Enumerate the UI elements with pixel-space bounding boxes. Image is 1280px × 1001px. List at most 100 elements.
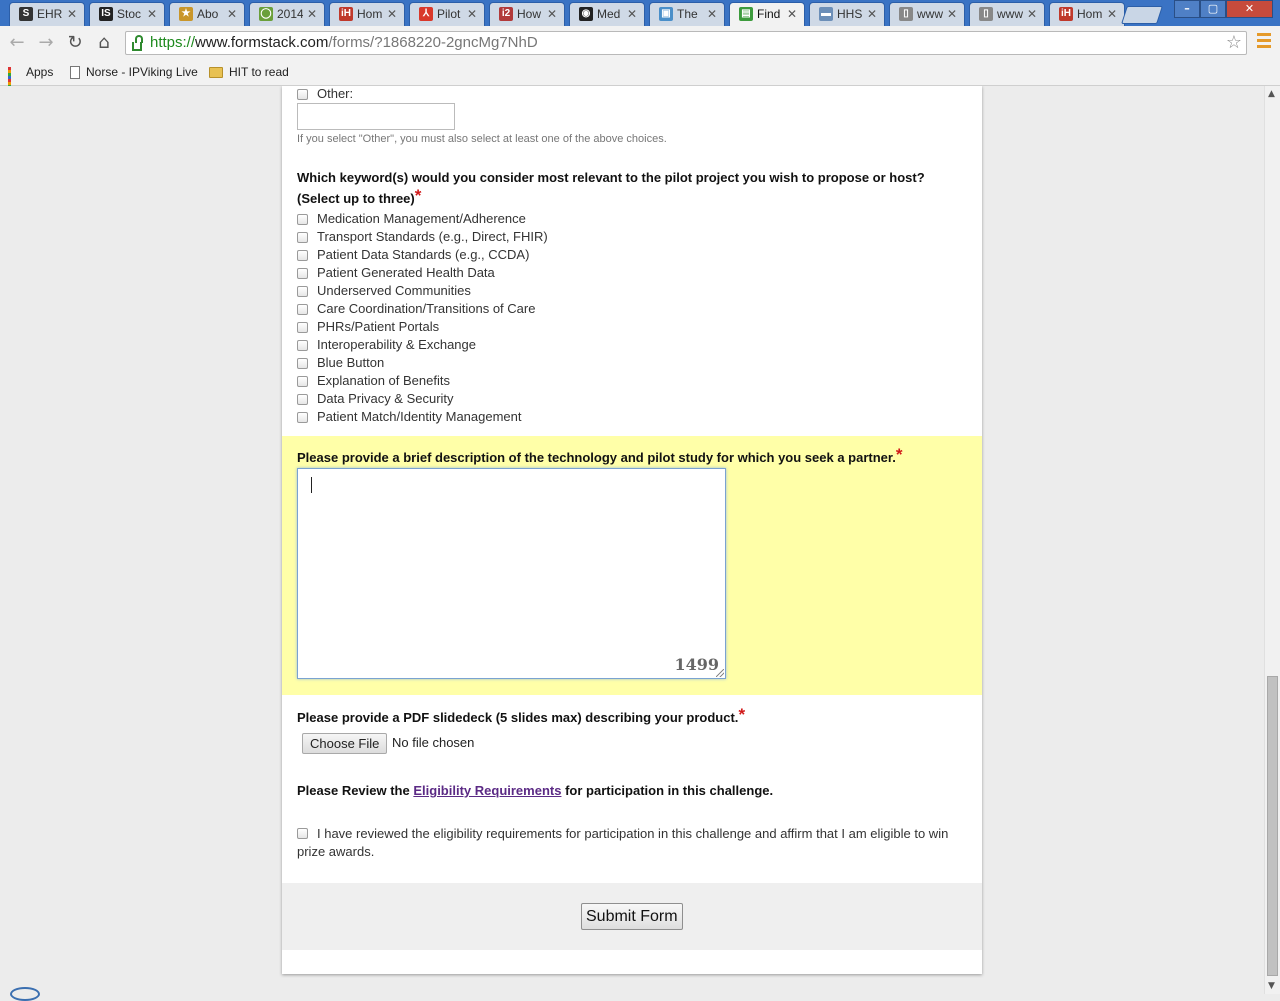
- tab-title: Abo: [197, 7, 219, 21]
- favicon-icon: ▤: [739, 7, 753, 21]
- keyword-checkbox[interactable]: [297, 286, 308, 297]
- tab-title: 2014: [277, 7, 303, 21]
- keyword-checkbox[interactable]: [297, 250, 308, 261]
- bookmark-star-icon[interactable]: ☆: [1226, 33, 1242, 53]
- address-bar[interactable]: https://www.formstack.com/forms/?1868220…: [125, 31, 1247, 55]
- tab-close-icon[interactable]: ✕: [867, 7, 877, 21]
- keyword-label: Medication Management/Adherence: [317, 211, 526, 226]
- other-checkbox[interactable]: [297, 89, 308, 100]
- tab-close-icon[interactable]: ✕: [1027, 7, 1037, 21]
- tab-close-icon[interactable]: ✕: [547, 7, 557, 21]
- scroll-up-icon[interactable]: ▲: [1268, 89, 1275, 99]
- reload-icon[interactable]: ↻: [65, 33, 85, 53]
- browser-tab[interactable]: ⅄ Pilot ✕: [409, 2, 485, 26]
- tab-title: Hom: [1077, 7, 1103, 21]
- browser-tab[interactable]: ▬ HHS ✕: [809, 2, 885, 26]
- bookmark-hit-folder[interactable]: HIT to read: [209, 64, 289, 80]
- other-label: Other:: [317, 86, 354, 101]
- favicon-icon: iH: [1059, 7, 1073, 21]
- keyword-checkbox[interactable]: [297, 358, 308, 369]
- keyword-checkbox[interactable]: [297, 376, 308, 387]
- tab-title: How: [517, 7, 542, 21]
- back-icon[interactable]: ←: [7, 33, 27, 53]
- bookmarks-bar: Apps Norse - IPViking Live HIT to read: [0, 60, 1280, 94]
- keyword-label: PHRs/Patient Portals: [317, 319, 440, 334]
- browser-tab[interactable]: IS Stoc ✕: [89, 2, 165, 26]
- bookmark-norse[interactable]: Norse - IPViking Live: [70, 64, 198, 80]
- scroll-thumb[interactable]: [1267, 676, 1278, 976]
- no-file-text: No file chosen: [392, 735, 475, 750]
- url-text[interactable]: https://www.formstack.com/forms/?1868220…: [150, 34, 538, 52]
- keyword-label: Explanation of Benefits: [317, 373, 450, 388]
- browser-tab[interactable]: ▯ www ✕: [889, 2, 965, 26]
- keyword-checkbox[interactable]: [297, 394, 308, 405]
- tab-title: Med: [597, 7, 621, 21]
- other-text-input[interactable]: [297, 103, 455, 130]
- favicon-icon: ◉: [579, 7, 593, 21]
- tab-close-icon[interactable]: ✕: [1107, 7, 1117, 21]
- chrome-menu-icon[interactable]: [1257, 33, 1271, 51]
- apps-grid-icon: [8, 66, 20, 94]
- home-icon[interactable]: ⌂: [94, 33, 114, 53]
- tab-title: EHR: [37, 7, 63, 21]
- browser-tab[interactable]: S EHR ✕: [9, 2, 85, 26]
- corner-logo-icon: [10, 987, 40, 1001]
- tab-close-icon[interactable]: ✕: [707, 7, 717, 21]
- eligibility-requirements-link[interactable]: Eligibility Requirements: [413, 783, 561, 798]
- keyword-label: Patient Match/Identity Management: [317, 409, 522, 424]
- browser-tab[interactable]: ◉ Med ✕: [569, 2, 645, 26]
- folder-icon: [209, 67, 223, 79]
- favicon-icon: ★: [179, 7, 193, 21]
- tab-close-icon[interactable]: ✕: [67, 7, 77, 21]
- new-tab-button[interactable]: [1121, 6, 1163, 24]
- browser-tab[interactable]: ◯ 2014 ✕: [249, 2, 325, 26]
- favicon-icon: S: [19, 7, 33, 21]
- keyword-checkbox[interactable]: [297, 304, 308, 315]
- close-window-button[interactable]: ✕: [1226, 0, 1273, 18]
- maximize-button[interactable]: ▢: [1200, 0, 1226, 18]
- favicon-icon: i2: [499, 7, 513, 21]
- tab-close-icon[interactable]: ✕: [627, 7, 637, 21]
- keyword-checkbox[interactable]: [297, 322, 308, 333]
- keyword-checkbox[interactable]: [297, 412, 308, 423]
- affirm-label: I have reviewed the eligibility requirem…: [297, 826, 949, 859]
- favicon-icon: iH: [339, 7, 353, 21]
- keyword-checkbox[interactable]: [297, 214, 308, 225]
- scroll-down-icon[interactable]: ▼: [1268, 981, 1275, 991]
- forward-icon[interactable]: →: [36, 33, 56, 53]
- keyword-checkbox[interactable]: [297, 340, 308, 351]
- page-scrollbar[interactable]: ▲ ▼: [1264, 86, 1280, 994]
- favicon-icon: ▯: [899, 7, 913, 21]
- favicon-icon: ⅄: [419, 7, 433, 21]
- tab-close-icon[interactable]: ✕: [307, 7, 317, 21]
- tab-title: Find: [757, 7, 781, 21]
- minimize-button[interactable]: –: [1174, 0, 1200, 18]
- browser-tab[interactable]: ★ Abo ✕: [169, 2, 245, 26]
- tab-title: The: [677, 7, 698, 21]
- keyword-checkbox[interactable]: [297, 268, 308, 279]
- tab-close-icon[interactable]: ✕: [387, 7, 397, 21]
- page-viewport: Other: If you select "Other", you must a…: [0, 86, 1264, 994]
- choose-file-button[interactable]: Choose File: [302, 733, 388, 754]
- bookmark-apps[interactable]: Apps: [8, 64, 53, 94]
- description-textarea[interactable]: 1499: [297, 468, 726, 679]
- tab-close-icon[interactable]: ✕: [787, 7, 797, 21]
- browser-tab[interactable]: iH Hom ✕: [1049, 2, 1125, 26]
- keyword-checkbox[interactable]: [297, 232, 308, 243]
- tab-close-icon[interactable]: ✕: [947, 7, 957, 21]
- keyword-label: Data Privacy & Security: [317, 391, 454, 406]
- keyword-label: Care Coordination/Transitions of Care: [317, 301, 536, 316]
- tab-title: www: [917, 7, 943, 21]
- submit-form-button[interactable]: Submit Form: [581, 903, 683, 930]
- browser-tab[interactable]: iH Hom ✕: [329, 2, 405, 26]
- browser-tab[interactable]: i2 How ✕: [489, 2, 565, 26]
- browser-tab[interactable]: ▣ The ✕: [649, 2, 725, 26]
- tab-close-icon[interactable]: ✕: [467, 7, 477, 21]
- resize-handle[interactable]: [716, 669, 724, 677]
- tab-close-icon[interactable]: ✕: [227, 7, 237, 21]
- description-section: Please provide a brief description of th…: [282, 436, 982, 695]
- browser-tab[interactable]: ▤ Find ✕: [729, 2, 805, 26]
- tab-close-icon[interactable]: ✕: [147, 7, 157, 21]
- browser-tab[interactable]: ▯ www ✕: [969, 2, 1045, 26]
- description-question: Please provide a brief description of th…: [297, 445, 903, 465]
